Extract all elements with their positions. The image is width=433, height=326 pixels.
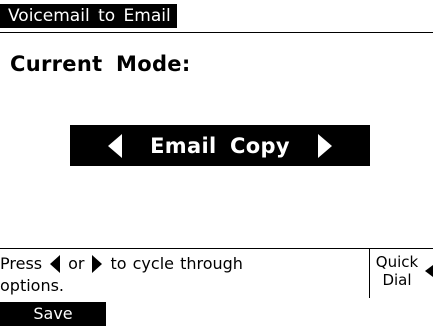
hint-options-text: options. (0, 276, 65, 295)
hint-or-text: or (68, 254, 85, 273)
hint-press-text: Press (0, 254, 43, 273)
quick-dial-button[interactable]: Quick Dial (369, 249, 433, 298)
hint-line-2: options. (0, 275, 360, 297)
left-pointer-icon (425, 265, 433, 277)
title-bar: Voicemail to Email (0, 0, 433, 33)
quick-dial-label: Quick Dial (375, 253, 419, 289)
left-triangle-icon (50, 255, 61, 273)
mode-selector[interactable]: Email Copy (70, 125, 370, 166)
hint-line-1: Press or to cycle through (0, 253, 360, 275)
page-title: Voicemail to Email (0, 4, 177, 28)
hint-cycle-text: to cycle through (110, 254, 243, 273)
right-triangle-icon[interactable] (317, 133, 332, 158)
hint-bar: Press or to cycle through options. Quick… (0, 248, 433, 298)
save-button[interactable]: Save (0, 302, 106, 326)
hint-text: Press or to cycle through options. (0, 253, 360, 297)
mode-value: Email Copy (150, 133, 290, 158)
current-mode-label: Current Mode: (10, 52, 191, 76)
left-triangle-icon[interactable] (108, 133, 123, 158)
phone-screen: Voicemail to Email Current Mode: Email C… (0, 0, 433, 326)
right-triangle-icon (92, 255, 103, 273)
